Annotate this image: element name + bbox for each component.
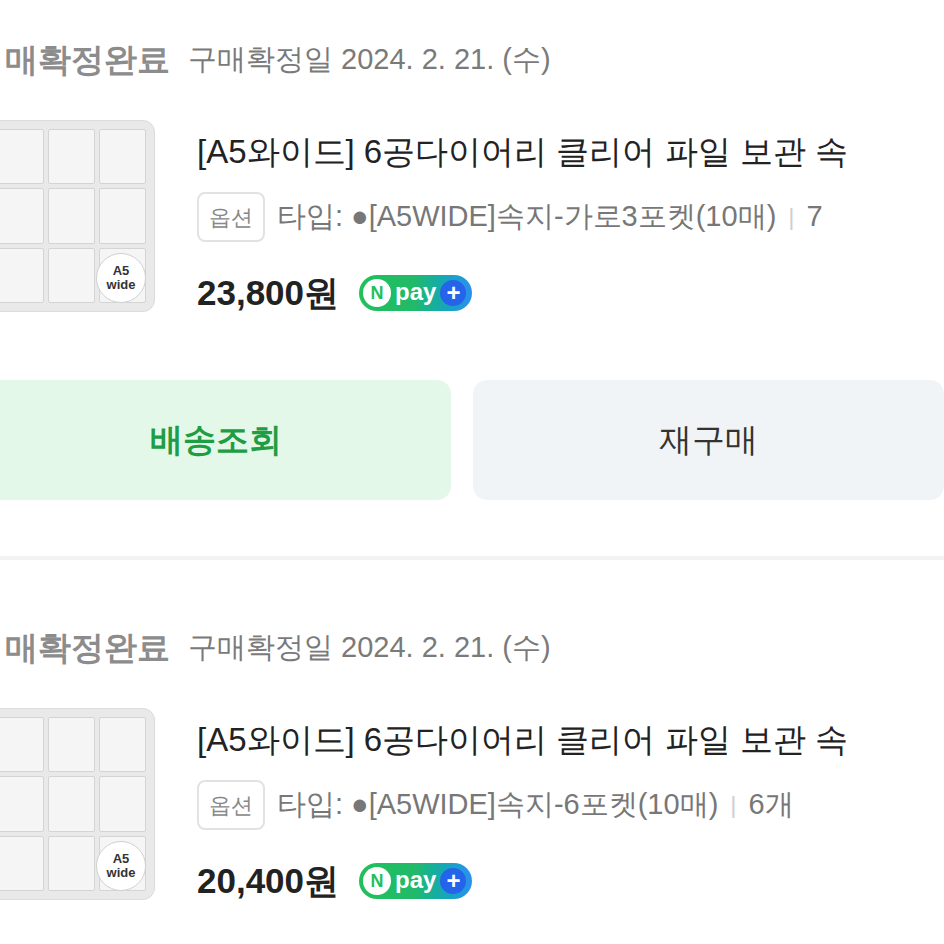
option-label: 옵션 (197, 192, 265, 242)
order-history-screen: 매확정완료구매확정일 2024. 2. 21. (수)A5wide[A5와이드]… (0, 0, 944, 944)
price: 23,800원 (197, 267, 339, 320)
product-title[interactable]: [A5와이드] 6공다이어리 클리어 파일 보관 속 (197, 130, 848, 174)
order-status-row: 매확정완료 구매확정일 2024. 2. 21. (수) (0, 36, 944, 84)
product-thumbnail[interactable]: A5wide (0, 708, 155, 900)
npay-plus-badge: Npay+ (359, 863, 472, 899)
price: 20,400원 (197, 855, 339, 908)
product-row[interactable]: A5wide [A5와이드] 6공다이어리 클리어 파일 보관 속옵션타입: ●[… (0, 708, 944, 905)
order-divider (0, 556, 944, 560)
order-item: 매확정완료 구매확정일 2024. 2. 21. (수) A5wide [A5와이드]… (0, 624, 944, 905)
order-status: 매확정완료 (5, 623, 170, 673)
rebuy-button[interactable]: 재구매 (473, 380, 944, 500)
order-status: 매확정완료 (5, 35, 170, 85)
order-item: 매확정완료 구매확정일 2024. 2. 21. (수) A5wide [A5와이드]… (0, 36, 944, 500)
confirmed-date: 구매확정일 2024. 2. 21. (수) (188, 626, 551, 670)
confirmed-date: 구매확정일 2024. 2. 21. (수) (188, 38, 551, 82)
npay-plus-badge: Npay+ (359, 275, 472, 311)
product-thumbnail[interactable]: A5wide (0, 120, 155, 312)
price-row: 23,800원 Npay+ (197, 269, 848, 317)
product-row[interactable]: A5wide [A5와이드] 6공다이어리 클리어 파일 보관 속옵션타입: ●[… (0, 120, 944, 317)
option-label: 옵션 (197, 780, 265, 830)
option-row: 옵션타입: ●[A5WIDE]속지-6포켓(10매)|6개 (197, 780, 848, 830)
size-badge: A5wide (96, 253, 146, 303)
product-title[interactable]: [A5와이드] 6공다이어리 클리어 파일 보관 속 (197, 718, 848, 762)
track-delivery-button[interactable]: 배송조회 (0, 380, 451, 500)
option-row: 옵션타입: ●[A5WIDE]속지-가로3포켓(10매)|7 (197, 192, 848, 242)
order-actions: 배송조회재구매 (0, 380, 944, 500)
size-badge: A5wide (96, 841, 146, 891)
order-status-row: 매확정완료 구매확정일 2024. 2. 21. (수) (0, 624, 944, 672)
price-row: 20,400원 Npay+ (197, 857, 848, 905)
